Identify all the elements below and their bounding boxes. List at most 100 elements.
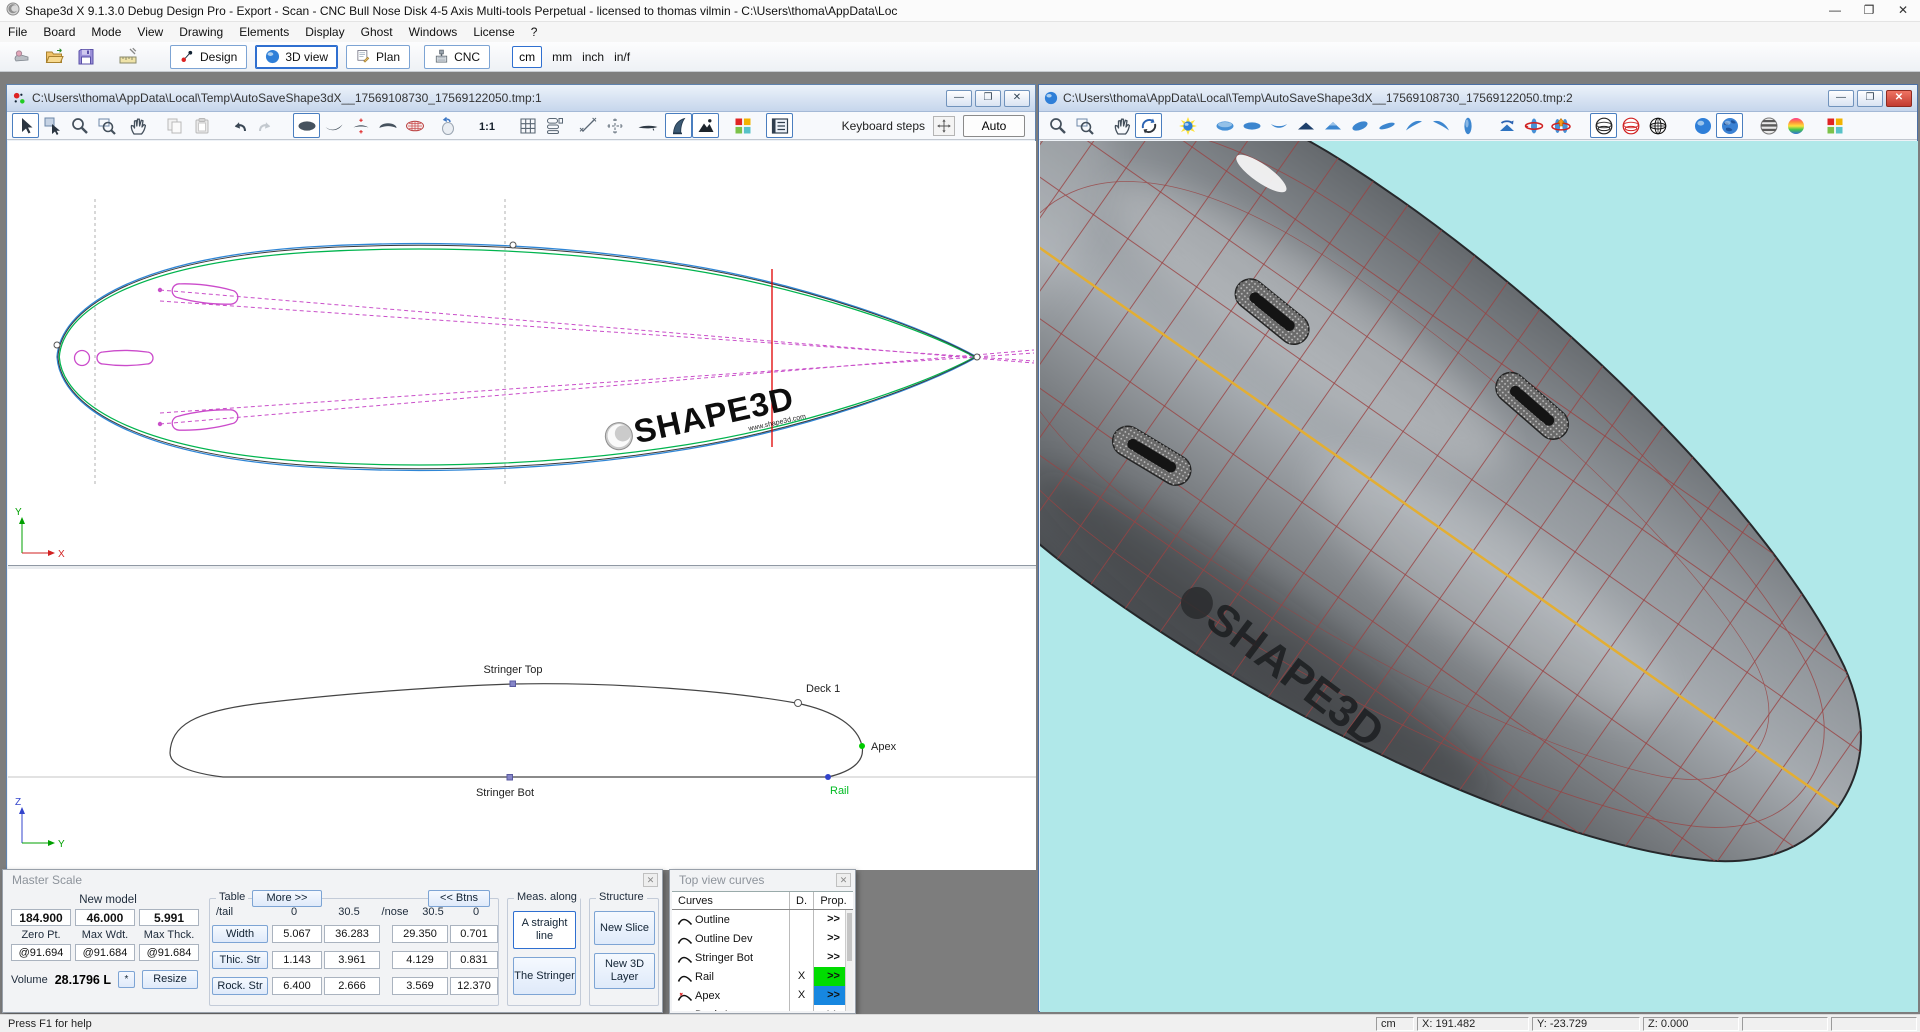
curve-row-stringer-bot[interactable]: Stringer Bot >>	[672, 948, 853, 967]
volume-star-button[interactable]: *	[118, 971, 135, 988]
select-arrow-icon[interactable]	[12, 113, 39, 138]
view3d-window-titlebar[interactable]: C:\Users\thoma\AppData\Local\Temp\AutoSa…	[1039, 85, 1917, 112]
pan-hand-icon[interactable]	[124, 113, 151, 138]
flip-rotate-icon[interactable]	[1493, 113, 1520, 138]
close-icon[interactable]: ✕	[836, 873, 851, 887]
plan-button[interactable]: Plan	[346, 45, 410, 69]
open-file-icon[interactable]	[40, 44, 68, 70]
scale-ruler-icon[interactable]	[114, 44, 142, 70]
menu-item-help[interactable]: ?	[523, 25, 546, 39]
close-icon[interactable]: ✕	[1886, 0, 1920, 22]
child-restore-icon[interactable]: ❐	[975, 90, 1001, 107]
zero-pt-field[interactable]: @91.694	[11, 944, 71, 961]
render-rainbow-icon[interactable]	[1782, 113, 1809, 138]
render-rings-icon[interactable]	[1590, 113, 1617, 138]
thickness-row-button[interactable]: Thic. Str	[212, 951, 268, 969]
grid-icon[interactable]	[514, 113, 541, 138]
new-3d-layer-button[interactable]: New 3D Layer	[594, 953, 655, 989]
zoom-region-icon[interactable]	[1071, 113, 1098, 138]
the-stringer-button[interactable]: The Stringer	[513, 957, 576, 995]
slice-list-icon[interactable]	[541, 113, 568, 138]
control-point-tail[interactable]	[54, 342, 60, 348]
curve-row-deck[interactable]: Deck 1 >>	[672, 1005, 853, 1011]
unit-cm[interactable]: cm	[512, 46, 542, 68]
measure-diagonal-icon[interactable]	[574, 113, 601, 138]
close-icon[interactable]: ✕	[643, 873, 658, 887]
light-icon[interactable]	[1174, 113, 1201, 138]
max-thck-field[interactable]: @91.684	[139, 944, 199, 961]
zoom-region-icon[interactable]	[93, 113, 120, 138]
view-front-icon[interactable]	[1319, 113, 1346, 138]
view-vertical-icon[interactable]	[1454, 113, 1481, 138]
master-scale-titlebar[interactable]: Master Scale ✕	[3, 870, 662, 890]
view-tilt2-icon[interactable]	[1373, 113, 1400, 138]
orbit-up-icon[interactable]	[1547, 113, 1574, 138]
new-slice-button[interactable]: New Slice	[594, 911, 655, 945]
view3d-button[interactable]: 3D view	[255, 45, 338, 69]
rocker-view-icon[interactable]	[320, 113, 347, 138]
render-wireframe-icon[interactable]	[1644, 113, 1671, 138]
orbit-horizontal-icon[interactable]	[1520, 113, 1547, 138]
keyboard-move-icon[interactable]	[933, 116, 955, 136]
menu-item-windows[interactable]: Windows	[401, 25, 466, 39]
apex-point[interactable]	[859, 743, 865, 749]
stringer-bot-point[interactable]	[507, 775, 513, 781]
auto-button[interactable]: Auto	[963, 115, 1025, 137]
control-point-nose[interactable]	[974, 354, 980, 360]
view-tilt1-icon[interactable]	[1346, 113, 1373, 138]
curve-row-outline[interactable]: Outline >>	[672, 910, 853, 929]
child-minimize-icon[interactable]: —	[1828, 90, 1854, 107]
render-texture-icon[interactable]	[1716, 113, 1743, 138]
curve-row-apex[interactable]: Apex X >>	[672, 986, 853, 1005]
rotate-orbit-icon[interactable]	[1135, 113, 1162, 138]
menu-item-drawing[interactable]: Drawing	[171, 25, 231, 39]
measure-center-icon[interactable]	[601, 113, 628, 138]
view-wedge-left-icon[interactable]	[1400, 113, 1427, 138]
one-to-one-icon[interactable]: 1:1	[473, 113, 500, 138]
design-button[interactable]: Design	[170, 45, 247, 69]
render-striped-icon[interactable]	[1755, 113, 1782, 138]
design-canvas[interactable]: SHAPE3D www.shape3d.com Y X	[8, 141, 1036, 870]
length-field[interactable]: 184.900	[11, 909, 71, 926]
view3d-canvas[interactable]: SHAPE3D	[1040, 141, 1918, 1012]
render-red-rings-icon[interactable]	[1617, 113, 1644, 138]
curves-panel-titlebar[interactable]: Top view curves ✕	[670, 870, 855, 890]
view-wedge-right-icon[interactable]	[1427, 113, 1454, 138]
view-flat-icon[interactable]	[1238, 113, 1265, 138]
properties-panel-icon[interactable]	[766, 113, 793, 138]
menu-item-elements[interactable]: Elements	[231, 25, 297, 39]
slice-3d-icon[interactable]	[434, 113, 461, 138]
control-point[interactable]	[510, 242, 516, 248]
menu-item-file[interactable]: File	[0, 25, 35, 39]
grid-board-icon[interactable]	[401, 113, 428, 138]
more-button[interactable]: More >>	[252, 890, 322, 907]
zoom-icon[interactable]	[1044, 113, 1071, 138]
stringer-top-point[interactable]	[510, 681, 516, 687]
design-window-titlebar[interactable]: C:\Users\thoma\AppData\Local\Temp\AutoSa…	[7, 85, 1035, 112]
paste-icon[interactable]	[188, 113, 215, 138]
view-top-icon[interactable]	[1211, 113, 1238, 138]
btns-button[interactable]: << Btns	[428, 890, 490, 907]
colors-icon[interactable]	[729, 113, 756, 138]
unit-inch[interactable]: inch	[582, 50, 604, 64]
menu-item-board[interactable]: Board	[35, 25, 83, 39]
redo-icon[interactable]	[252, 113, 279, 138]
child-restore-icon[interactable]: ❐	[1857, 90, 1883, 107]
background-image-icon[interactable]	[692, 113, 719, 138]
max-wdt-field[interactable]: @91.684	[75, 944, 135, 961]
minimize-icon[interactable]: —	[1818, 0, 1852, 22]
render-solid-icon[interactable]	[1689, 113, 1716, 138]
main-titlebar[interactable]: Shape3d X 9.1.3.0 Debug Design Pro - Exp…	[0, 0, 1920, 22]
colors-icon[interactable]	[1821, 113, 1848, 138]
child-close-icon[interactable]: ✕	[1886, 90, 1912, 107]
outline-view-icon[interactable]	[293, 113, 320, 138]
menu-item-view[interactable]: View	[129, 25, 171, 39]
save-icon[interactable]	[72, 44, 100, 70]
slice-curve[interactable]	[170, 684, 862, 777]
menu-item-license[interactable]: License	[465, 25, 522, 39]
view-front-dark-icon[interactable]	[1292, 113, 1319, 138]
rail-point[interactable]	[825, 774, 831, 780]
resize-button[interactable]: Resize	[142, 970, 198, 989]
menu-item-mode[interactable]: Mode	[83, 25, 129, 39]
select-box-icon[interactable]	[39, 113, 66, 138]
